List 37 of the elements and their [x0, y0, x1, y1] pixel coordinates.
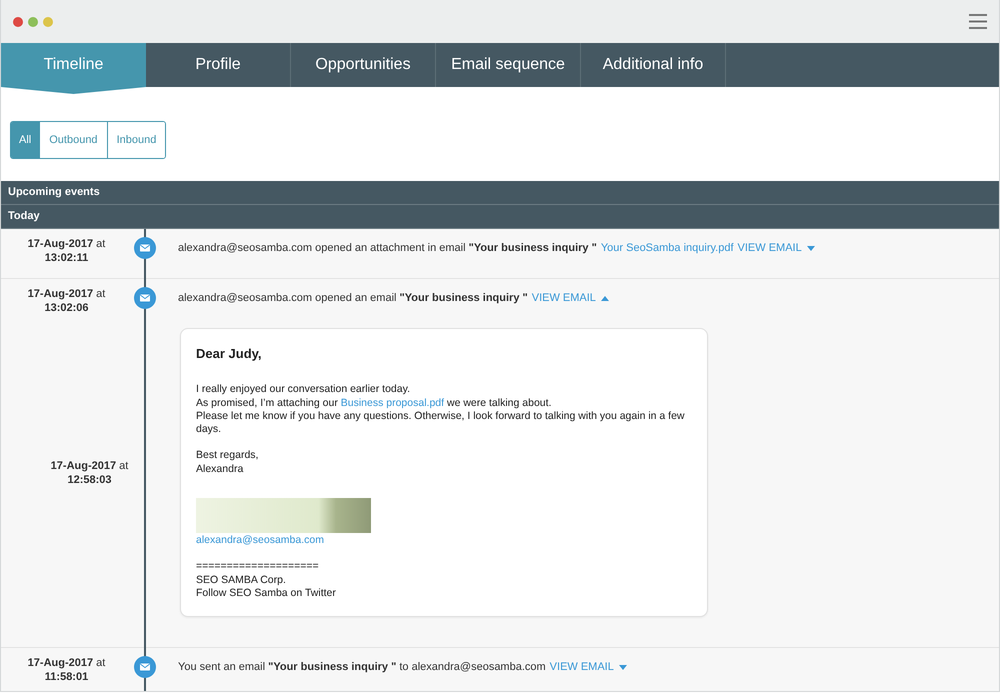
- email-link[interactable]: alexandra@seosamba.com: [196, 534, 324, 548]
- view-email-link[interactable]: VIEW EMAIL: [550, 660, 627, 674]
- email-text-line: I really enjoyed our conversation earlier today.: [196, 383, 412, 397]
- event-time: 11:58:01: [44, 670, 90, 684]
- event-date: 17-Aug-2017 at: [50, 458, 130, 473]
- event-date: 17-Aug-2017 at: [26, 287, 106, 301]
- signature-line: SEO SAMBA Corp.: [196, 574, 287, 587]
- section-header: Upcoming events: [1, 181, 999, 205]
- event-time: 13:02:06: [43, 301, 90, 315]
- filter-button[interactable]: All: [11, 122, 40, 158]
- email-greeting: Dear Judy,: [196, 347, 263, 360]
- section-header: Today: [1, 205, 999, 229]
- email-text-line: As promised, I’m attaching our Business proposal.pdf we were talking about.: [196, 396, 552, 410]
- email-text-line: Best regards,: [196, 449, 260, 463]
- envelope-icon: [134, 656, 156, 678]
- minimize-window-control[interactable]: [28, 16, 38, 26]
- event-message: alexandra@seosamba.com opened an email "Your business inquiry ": [178, 291, 528, 305]
- event-message: You sent an email "Your business inquiry " to alexandra@seosamba.com: [178, 660, 546, 674]
- event-time: 12:58:03: [66, 472, 113, 487]
- envelope-icon: [134, 287, 156, 309]
- event-message: alexandra@seosamba.com opened an attachment in email "Your business inquiry ": [178, 241, 597, 255]
- email-text-line: Alexandra: [196, 462, 244, 476]
- email-text-line: Please let me know if you have any questions. Otherwise, I look forward to talking with you again in a few days.: [196, 410, 686, 436]
- close-window-control[interactable]: [13, 16, 23, 26]
- envelope-icon: [134, 237, 156, 259]
- attachment-link[interactable]: Your SeoSamba inquiry.pdf: [600, 241, 734, 255]
- filter-button[interactable]: Inbound: [106, 122, 166, 158]
- event-time: 13:02:11: [44, 251, 90, 265]
- attachment-link[interactable]: Business proposal.pdf: [340, 396, 444, 409]
- view-email-link[interactable]: VIEW EMAIL: [738, 241, 815, 255]
- event-date: 17-Aug-2017 at: [26, 237, 106, 251]
- event-date: 17-Aug-2017 at: [26, 656, 106, 670]
- signature-line: ====================: [196, 560, 320, 574]
- signature-line: Follow SEO Samba on Twitter: [196, 586, 337, 600]
- view-email-link[interactable]: VIEW EMAIL: [532, 291, 609, 305]
- tab[interactable]: Timeline: [1, 43, 146, 94]
- menu-icon[interactable]: [969, 14, 987, 29]
